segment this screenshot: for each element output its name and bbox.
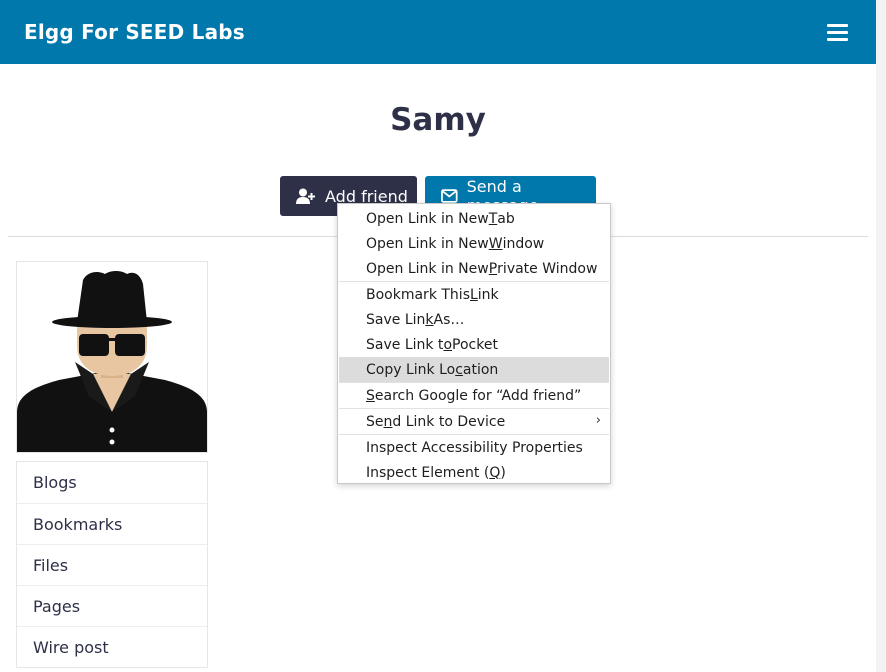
menu-save-to-pocket[interactable]: Save Link to Pocket: [339, 332, 609, 357]
menu-open-new-window[interactable]: Open Link in New Window: [339, 231, 609, 256]
top-bar: Elgg For SEED Labs: [0, 0, 876, 64]
spy-avatar-icon: [17, 262, 207, 452]
menu-search-google[interactable]: Search Google for “Add friend”: [339, 383, 609, 408]
menu-send-link-to-device[interactable]: Se n d Link to Device ›: [339, 409, 609, 434]
owner-menu-pages[interactable]: Pages: [17, 585, 207, 626]
menu-bookmark-link[interactable]: Bookmark This Link: [339, 282, 609, 307]
context-menu: Open Link in New Tab Open Link in New Wi…: [337, 203, 611, 484]
owner-menu-bookmarks[interactable]: Bookmarks: [17, 503, 207, 544]
menu-copy-link-location[interactable]: Copy Link Lo c ation: [339, 357, 609, 382]
menu-open-private-window[interactable]: Open Link in New Private Window: [339, 256, 609, 281]
menu-inspect-accessibility[interactable]: Inspect Accessibility Properties: [339, 435, 609, 460]
owner-menu-blogs[interactable]: Blogs: [17, 462, 207, 503]
page-title: Samy: [390, 102, 486, 138]
menu-inspect-element[interactable]: Inspect Element (Q): [339, 460, 609, 485]
user-plus-icon: [296, 188, 315, 204]
site-name-link[interactable]: Elgg For SEED Labs: [24, 20, 245, 44]
menu-open-new-tab[interactable]: Open Link in New Tab: [339, 206, 609, 231]
scrollbar[interactable]: [876, 0, 886, 672]
owner-menu-wire-post[interactable]: Wire post: [17, 626, 207, 667]
chevron-right-icon: ›: [595, 413, 601, 428]
owner-menu: Blogs Bookmarks Files Pages Wire post: [16, 461, 208, 668]
owner-menu-files[interactable]: Files: [17, 544, 207, 585]
avatar[interactable]: [16, 261, 208, 453]
envelope-icon: [441, 189, 458, 203]
menu-icon[interactable]: [827, 24, 849, 42]
menu-save-link-as[interactable]: Save Lin k As…: [339, 307, 609, 332]
